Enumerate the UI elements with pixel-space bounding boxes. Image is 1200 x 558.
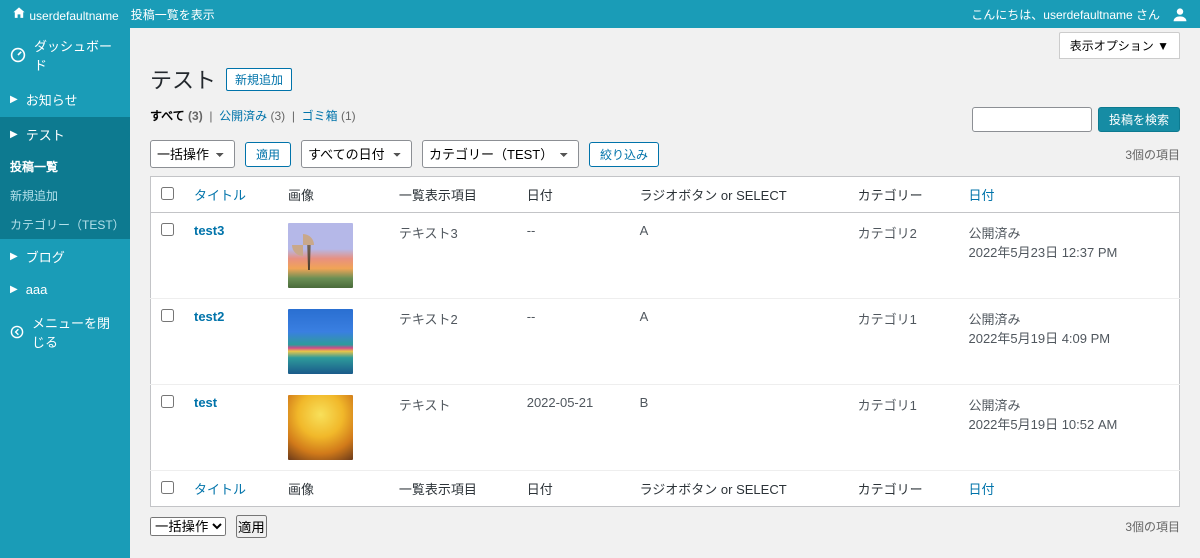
screen-options-button[interactable]: 表示オプション ▼	[1059, 32, 1180, 59]
bulk-apply-button[interactable]: 適用	[245, 142, 291, 167]
col-category-foot: カテゴリー	[848, 471, 959, 507]
sidebar-item-notice[interactable]: ▶ お知らせ	[0, 82, 130, 117]
date-filter-select[interactable]: すべての日付	[301, 140, 412, 168]
caret-icon: ▶	[10, 284, 18, 295]
sidebar-sub-category[interactable]: カテゴリー（TEST）	[0, 210, 130, 239]
sidebar-collapse[interactable]: メニューを閉じる	[0, 305, 130, 359]
row-radio: A	[630, 299, 848, 385]
row-checkbox[interactable]	[161, 223, 174, 236]
row-status: 公開済み2022年5月19日 10:52 AM	[958, 385, 1179, 471]
row-thumbnail	[288, 223, 353, 288]
category-filter-select[interactable]: カテゴリー（TEST）	[422, 140, 579, 168]
sidebar-item-blog[interactable]: ▶ ブログ	[0, 239, 130, 274]
bulk-apply-button-bottom[interactable]: 適用	[236, 515, 267, 538]
user-icon[interactable]	[1172, 6, 1188, 22]
col-date2[interactable]: 日付	[958, 177, 1179, 213]
col-date: 日付	[517, 177, 630, 213]
sidebar-item-test[interactable]: ▶ テスト	[0, 117, 130, 152]
search-input[interactable]	[972, 107, 1092, 132]
row-radio: A	[630, 213, 848, 299]
admin-topbar: userdefaultname 投稿一覧を表示 こんにちは、userdefaul…	[0, 0, 1200, 28]
sidebar-item-dashboard[interactable]: ダッシュボード	[0, 28, 130, 82]
col-image-foot: 画像	[278, 471, 389, 507]
col-radio: ラジオボタン or SELECT	[630, 177, 848, 213]
page-title: テスト	[150, 63, 216, 95]
row-status: 公開済み2022年5月19日 4:09 PM	[958, 299, 1179, 385]
site-home-link[interactable]: userdefaultname	[12, 6, 119, 23]
view-all[interactable]: すべて (3)	[150, 109, 203, 123]
admin-sidebar: ダッシュボード ▶ お知らせ ▶ テスト 投稿一覧 新規追加 カテゴリー（TES…	[0, 28, 130, 558]
col-title-foot[interactable]: タイトル	[184, 471, 278, 507]
row-category: カテゴリ2	[848, 213, 959, 299]
sidebar-submenu: 投稿一覧 新規追加 カテゴリー（TEST）	[0, 152, 130, 239]
col-radio-foot: ラジオボタン or SELECT	[630, 471, 848, 507]
sidebar-sub-list[interactable]: 投稿一覧	[0, 152, 130, 181]
item-count-top: 3個の項目	[1125, 146, 1180, 163]
view-trash[interactable]: ゴミ箱 (1)	[302, 109, 356, 123]
dashboard-icon	[10, 47, 26, 63]
view-published[interactable]: 公開済み (3)	[219, 109, 285, 123]
sidebar-sub-add[interactable]: 新規追加	[0, 181, 130, 210]
col-image: 画像	[278, 177, 389, 213]
item-count-bottom: 3個の項目	[1125, 518, 1180, 535]
row-checkbox[interactable]	[161, 309, 174, 322]
col-title[interactable]: タイトル	[184, 177, 278, 213]
caret-icon: ▶	[10, 94, 18, 105]
greeting: こんにちは、userdefaultname さん	[971, 6, 1160, 23]
caret-icon: ▶	[10, 251, 18, 262]
view-filters: すべて (3) | 公開済み (3) | ゴミ箱 (1)	[150, 107, 972, 124]
select-all-checkbox-bottom[interactable]	[161, 481, 174, 494]
row-thumbnail	[288, 309, 353, 374]
row-list-item: テキスト	[389, 385, 517, 471]
add-new-button[interactable]: 新規追加	[226, 68, 292, 91]
col-list-item: 一覧表示項目	[389, 177, 517, 213]
col-list-item-foot: 一覧表示項目	[389, 471, 517, 507]
main-content: 表示オプション ▼ テスト 新規追加 すべて (3) | 公開済み (3) | …	[130, 28, 1200, 558]
sidebar-item-aaa[interactable]: ▶ aaa	[0, 274, 130, 305]
row-category: カテゴリ1	[848, 385, 959, 471]
row-list-item: テキスト2	[389, 299, 517, 385]
row-radio: B	[630, 385, 848, 471]
bulk-action-select[interactable]: 一括操作	[150, 140, 235, 168]
posts-table: タイトル 画像 一覧表示項目 日付 ラジオボタン or SELECT カテゴリー…	[150, 176, 1180, 507]
row-date: --	[517, 299, 630, 385]
row-date: 2022-05-21	[517, 385, 630, 471]
col-date2-foot[interactable]: 日付	[958, 471, 1179, 507]
row-status: 公開済み2022年5月23日 12:37 PM	[958, 213, 1179, 299]
caret-icon: ▶	[10, 129, 18, 140]
table-row: test2 テキスト2--Aカテゴリ1公開済み2022年5月19日 4:09 PM	[151, 299, 1180, 385]
row-date: --	[517, 213, 630, 299]
filter-button[interactable]: 絞り込み	[589, 142, 659, 167]
home-icon	[12, 6, 26, 20]
select-all-checkbox[interactable]	[161, 187, 174, 200]
row-category: カテゴリ1	[848, 299, 959, 385]
col-date-foot: 日付	[517, 471, 630, 507]
row-title-link[interactable]: test2	[194, 309, 224, 324]
table-row: test3 テキスト3--Aカテゴリ2公開済み2022年5月23日 12:37 P…	[151, 213, 1180, 299]
row-title-link[interactable]: test	[194, 395, 217, 410]
bulk-action-select-bottom[interactable]: 一括操作	[150, 517, 226, 536]
row-list-item: テキスト3	[389, 213, 517, 299]
breadcrumb-link[interactable]: 投稿一覧を表示	[131, 6, 215, 23]
row-checkbox[interactable]	[161, 395, 174, 408]
row-thumbnail	[288, 395, 353, 460]
collapse-icon	[10, 324, 24, 340]
row-title-link[interactable]: test3	[194, 223, 224, 238]
table-row: test テキスト2022-05-21Bカテゴリ1公開済み2022年5月19日 1…	[151, 385, 1180, 471]
col-category: カテゴリー	[848, 177, 959, 213]
site-name: userdefaultname	[29, 9, 118, 23]
search-submit-button[interactable]: 投稿を検索	[1098, 107, 1180, 132]
